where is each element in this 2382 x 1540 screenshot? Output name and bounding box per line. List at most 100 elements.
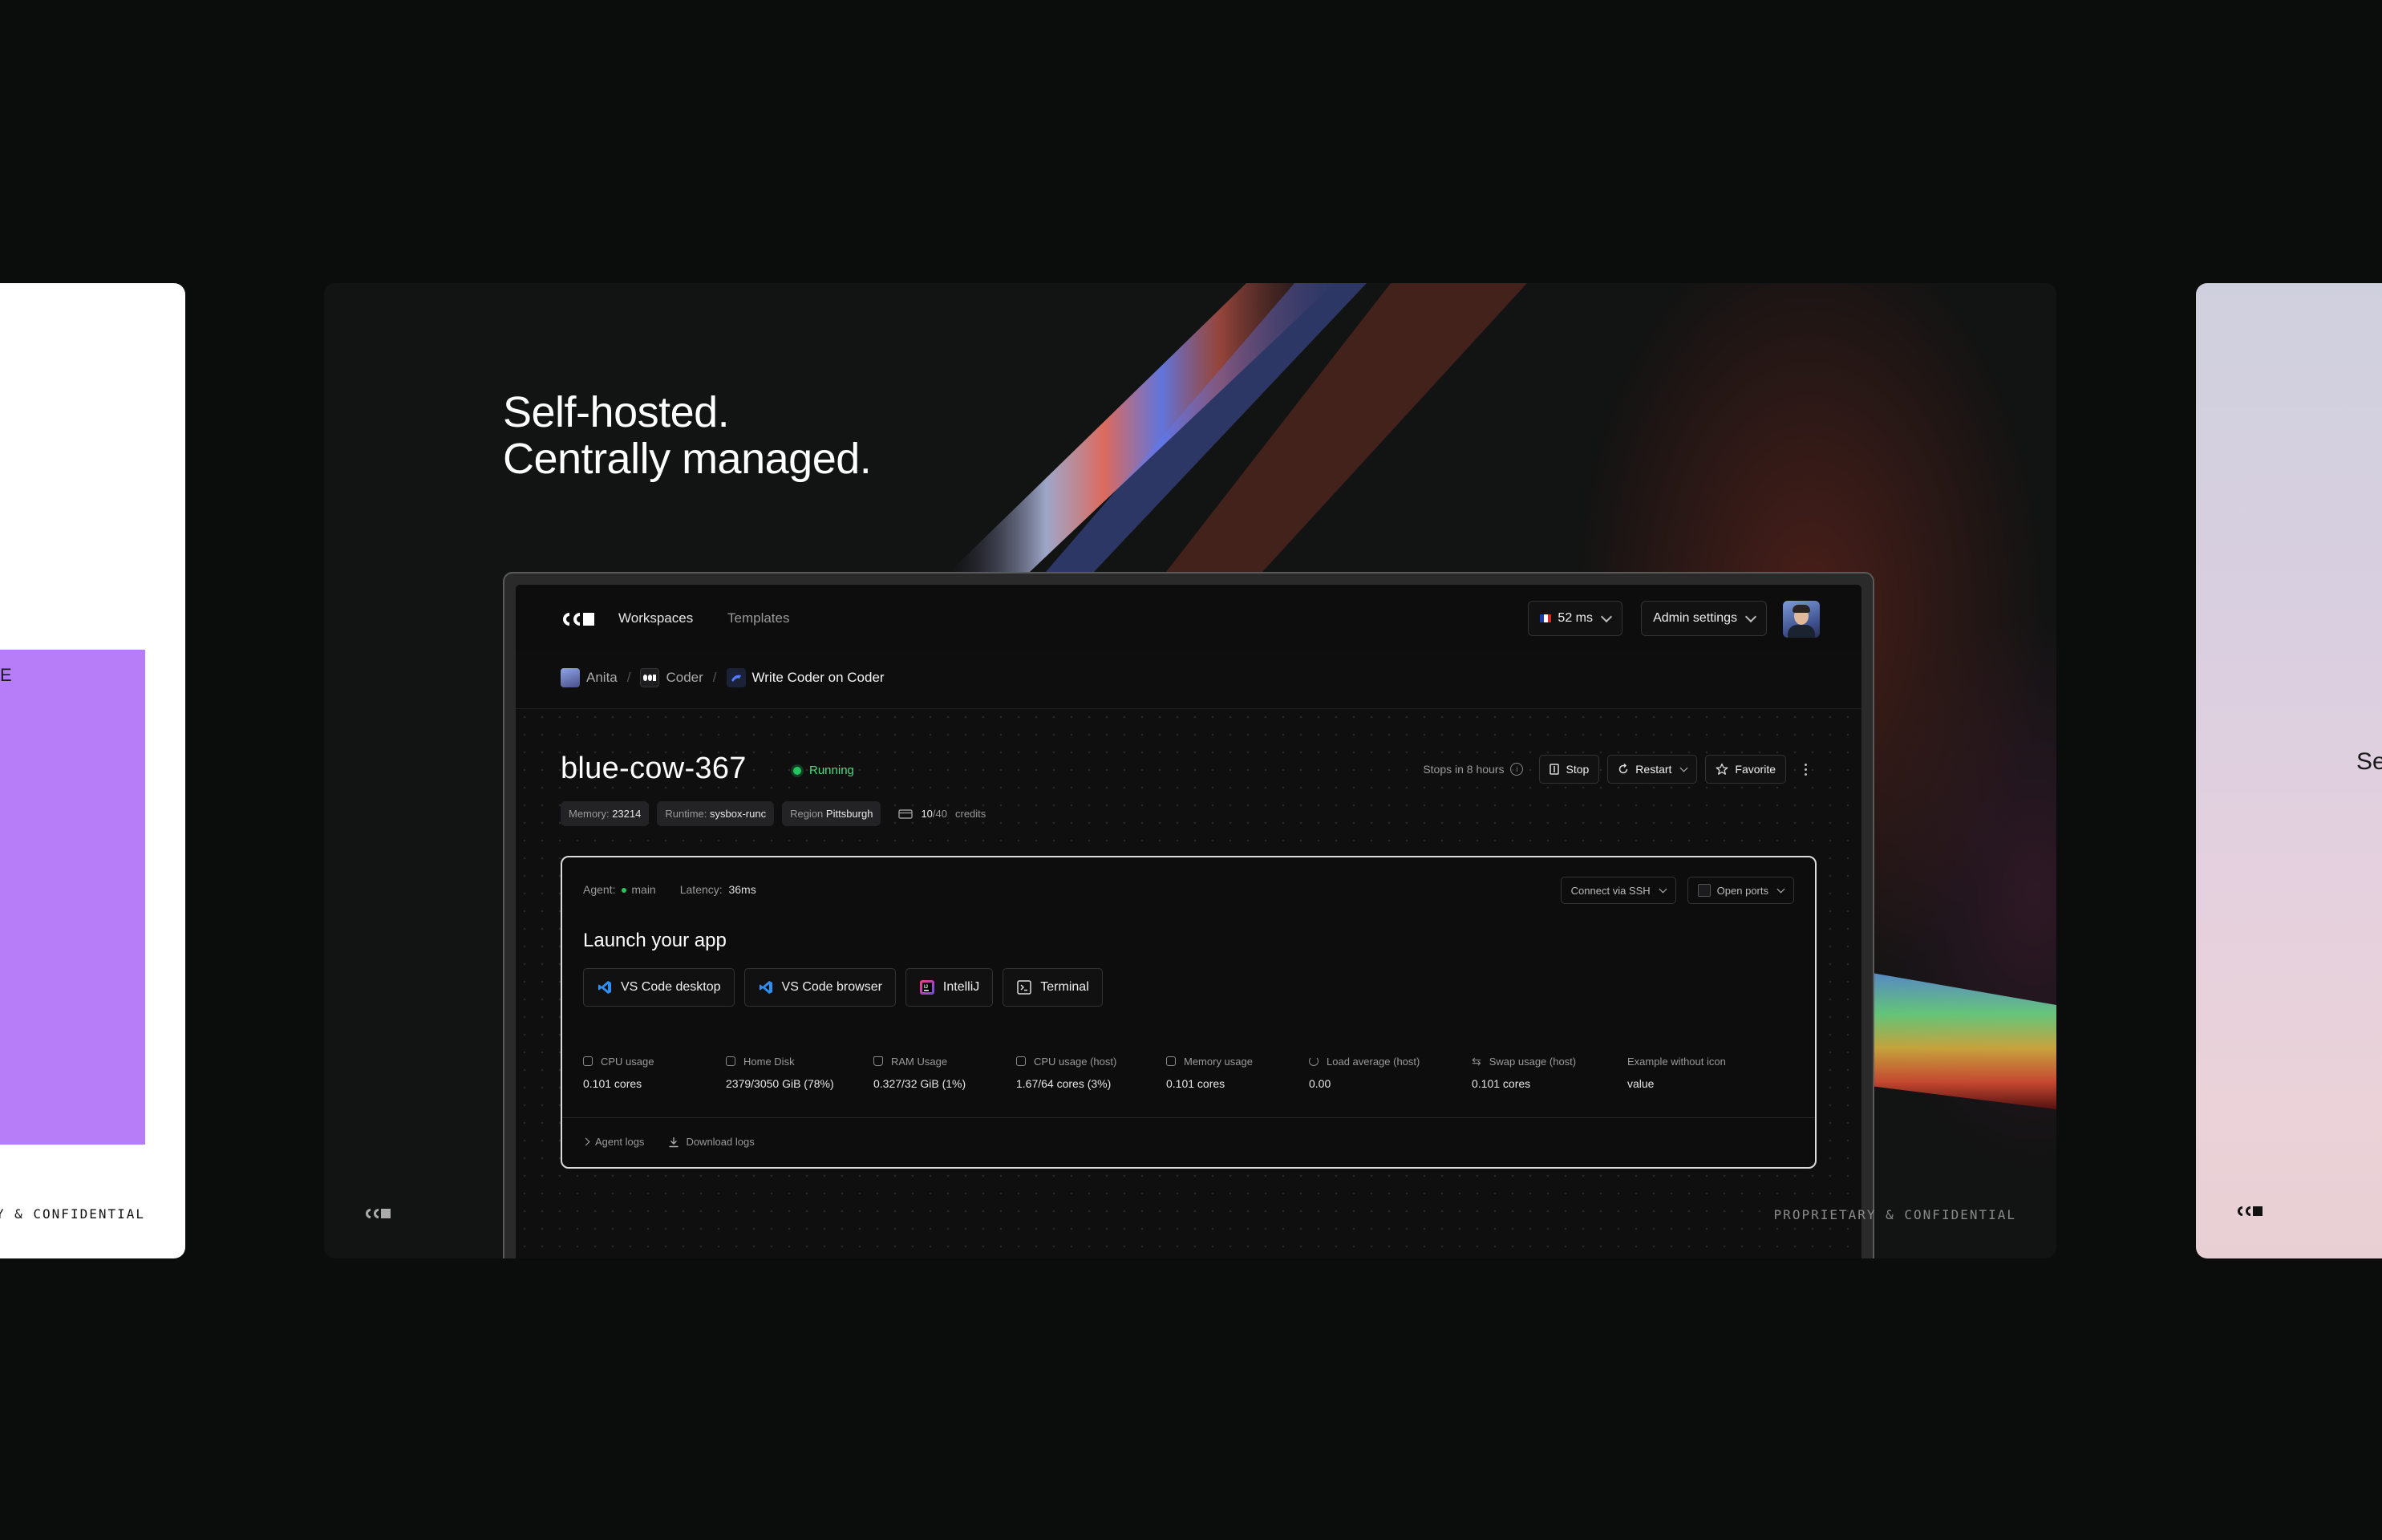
admin-settings-label: Admin settings xyxy=(1653,611,1737,625)
status-label: Running xyxy=(809,764,854,777)
ports-icon xyxy=(1697,884,1711,897)
breadcrumb-user[interactable]: Anita xyxy=(561,668,618,687)
breadcrumb-separator: / xyxy=(626,670,631,685)
card-divider xyxy=(562,1117,1815,1118)
latency-value: 52 ms xyxy=(1558,611,1593,625)
restart-button[interactable]: Restart xyxy=(1607,755,1698,784)
admin-settings-dropdown[interactable]: Admin settings xyxy=(1641,601,1767,636)
stat-cpu-usage: CPU usage 0.101 cores xyxy=(583,1055,654,1090)
headline-line-2: Centrally managed. xyxy=(503,435,872,483)
tag-memory: Memory: 23214 xyxy=(561,801,650,826)
agent-card: Agent: main Latency: 36ms Connect via SS… xyxy=(561,856,1817,1169)
stop-icon xyxy=(1550,764,1560,775)
coder-logo-icon xyxy=(366,1209,391,1218)
star-icon xyxy=(1716,763,1728,775)
purple-block xyxy=(0,650,145,1145)
app-launchers: VS Code desktop VS Code browser IJ Intel… xyxy=(583,968,1103,1007)
workspace-name: blue-cow-367 xyxy=(561,752,747,785)
cpu-icon xyxy=(583,1056,593,1066)
favorite-label: Favorite xyxy=(1735,763,1776,776)
chevron-down-icon xyxy=(1679,764,1688,772)
info-icon: i xyxy=(1510,763,1524,776)
loader-icon xyxy=(1309,1056,1319,1066)
latency-dropdown[interactable]: 52 ms xyxy=(1528,601,1622,636)
swap-icon: ⇆ xyxy=(1472,1054,1481,1068)
agent-name: main xyxy=(631,883,656,896)
agent-logs-toggle[interactable]: Agent logs xyxy=(581,1136,644,1148)
tag-runtime: Runtime: sysbox-runc xyxy=(657,801,775,826)
breadcrumb-user-label: Anita xyxy=(586,670,618,685)
open-ports-button[interactable]: Open ports xyxy=(1687,877,1794,904)
breadcrumb-org[interactable]: Coder xyxy=(640,668,703,687)
breadcrumb-separator: / xyxy=(712,670,717,685)
user-avatar-icon xyxy=(561,668,580,687)
tag-region: Region Pittsburgh xyxy=(782,801,881,826)
vscode-browser-button[interactable]: VS Code browser xyxy=(743,968,896,1007)
breadcrumb-workspace[interactable]: Write Coder on Coder xyxy=(726,668,885,687)
stops-in[interactable]: Stops in 8 hours i xyxy=(1423,763,1524,776)
left-slide[interactable]: E PROPRIETARY & CONFIDENTIAL xyxy=(0,283,185,1258)
database-icon xyxy=(1166,1056,1176,1066)
stat-cpu-host: CPU usage (host) 1.67/64 cores (3%) xyxy=(1016,1055,1117,1090)
connect-ssh-button[interactable]: Connect via SSH xyxy=(1560,877,1676,904)
terminal-icon xyxy=(1017,980,1032,995)
terminal-button[interactable]: Terminal xyxy=(1003,968,1103,1007)
disk-icon xyxy=(726,1056,735,1066)
slide-partial-text: Se xyxy=(2356,748,2382,775)
stat-swap-usage: ⇆ Swap usage (host) 0.101 cores xyxy=(1472,1054,1577,1091)
breadcrumb-workspace-label: Write Coder on Coder xyxy=(751,670,885,685)
nav-templates[interactable]: Templates xyxy=(727,610,789,626)
download-icon xyxy=(669,1137,679,1147)
stop-button[interactable]: Stop xyxy=(1539,755,1600,784)
coder-org-icon xyxy=(640,668,660,687)
stop-label: Stop xyxy=(1566,763,1590,776)
stops-in-label: Stops in 8 hours xyxy=(1423,763,1505,776)
coder-logo-icon xyxy=(2238,1206,2262,1216)
agent-log-actions: Agent logs Download logs xyxy=(581,1136,755,1148)
stat-example-without-icon: Example without icon value xyxy=(1627,1055,1726,1091)
confidential-label: PROPRIETARY & CONFIDENTIAL xyxy=(0,1206,145,1222)
status-dot-icon xyxy=(793,766,801,775)
credit-card-icon xyxy=(898,808,914,819)
memory-icon xyxy=(873,1056,883,1066)
breadcrumb-org-label: Coder xyxy=(666,670,703,685)
chevron-down-icon xyxy=(1776,885,1785,893)
intellij-icon: IJ xyxy=(919,980,934,995)
right-slide[interactable]: Se xyxy=(2196,283,2382,1258)
stat-load-average: Load average (host) 0.00 xyxy=(1309,1055,1420,1090)
agent-actions: Connect via SSH Open ports xyxy=(1560,877,1794,904)
user-avatar[interactable] xyxy=(1783,601,1820,638)
more-options-icon[interactable] xyxy=(1794,755,1817,784)
svg-text:IJ: IJ xyxy=(924,985,928,990)
vscode-desktop-button[interactable]: VS Code desktop xyxy=(583,968,735,1007)
agent-status-dot-icon xyxy=(622,887,627,893)
flag-icon xyxy=(1540,614,1552,622)
favorite-button[interactable]: Favorite xyxy=(1705,755,1786,784)
headline-line-1: Self-hosted. xyxy=(503,388,730,436)
workspace-icon xyxy=(726,668,746,687)
agent-info: Agent: main Latency: 36ms xyxy=(583,883,756,896)
slide-glyph: E xyxy=(0,665,12,685)
chevron-down-icon xyxy=(1659,885,1667,893)
headline: Self-hosted. Centrally managed. xyxy=(503,388,872,483)
restart-label: Restart xyxy=(1635,763,1672,776)
status-badge: Running xyxy=(793,764,854,777)
chevron-right-icon xyxy=(581,1137,590,1146)
vscode-icon xyxy=(759,981,772,994)
download-logs-button[interactable]: Download logs xyxy=(668,1136,755,1148)
chevron-down-icon xyxy=(1600,610,1613,623)
intellij-button[interactable]: IJ IntelliJ xyxy=(905,968,994,1007)
confidential-label: PROPRIETARY & CONFIDENTIAL xyxy=(1773,1207,2016,1222)
top-nav: Workspaces Templates 52 ms Admin setting… xyxy=(516,585,1861,653)
cpu-icon xyxy=(1016,1056,1026,1066)
nav-workspaces[interactable]: Workspaces xyxy=(618,610,693,626)
stat-home-disk: Home Disk 2379/3050 GiB (78%) xyxy=(726,1055,834,1090)
chevron-down-icon xyxy=(1744,610,1757,623)
coder-logo-icon[interactable] xyxy=(561,610,596,628)
device-frame: Workspaces Templates 52 ms Admin setting… xyxy=(503,572,1874,1258)
app-screen: Workspaces Templates 52 ms Admin setting… xyxy=(516,585,1861,1258)
restart-icon xyxy=(1619,764,1628,774)
launch-title: Launch your app xyxy=(583,930,727,951)
workspace-tags: Memory: 23214 Runtime: sysbox-runc Regio… xyxy=(561,801,986,826)
stat-ram-usage: RAM Usage 0.327/32 GiB (1%) xyxy=(873,1055,966,1090)
